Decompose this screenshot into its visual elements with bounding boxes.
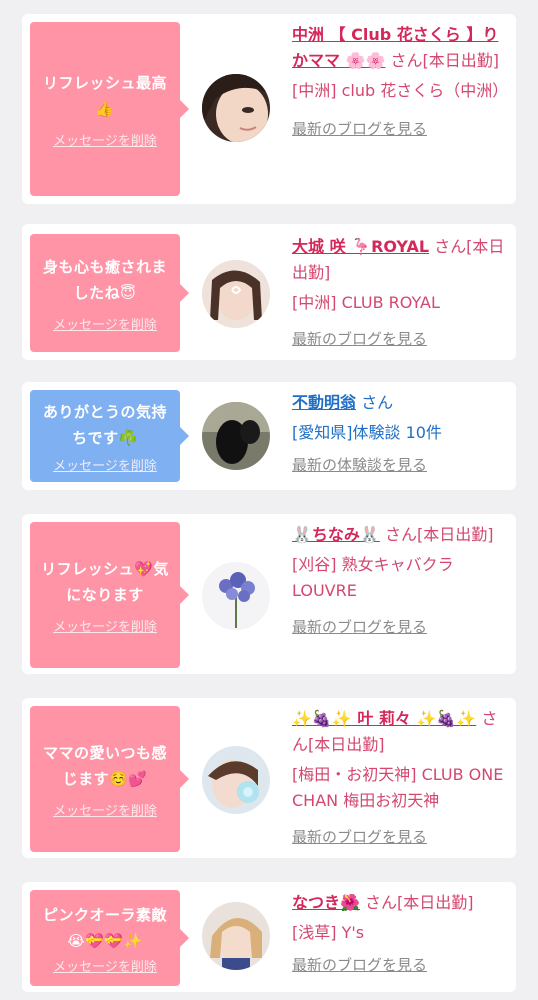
avatar[interactable] — [202, 402, 270, 470]
message-text: リフレッシュ💖気になります — [41, 559, 169, 604]
latest-blog-link[interactable]: 最新のブログを見る — [292, 116, 510, 142]
store-info: [中洲] club 花さくら（中洲） — [292, 81, 509, 100]
latest-blog-link[interactable]: 最新のブログを見る — [292, 614, 510, 640]
store-info: [梅田・お初天神] CLUB ONE CHAN 梅田お初天神 — [292, 765, 504, 810]
cast-info: 中洲 【 Club 花さくら 】りかママ 🌸🌸 さん[本日出勤] — [292, 22, 510, 74]
message-card: 身も心も癒されましたね😇 メッセージを削除 大城 咲 🦩ROYAL さん[本日出… — [22, 224, 516, 360]
message-card: ありがとうの気持ちです☘️ メッセージを削除 不動明翁 さん [愛知県]体験談 … — [22, 382, 516, 490]
message-text: 身も心も癒されましたね😇 — [42, 257, 167, 302]
message-bubble: ありがとうの気持ちです☘️ メッセージを削除 — [30, 390, 189, 482]
san-status: さん — [361, 393, 394, 412]
cast-info: 大城 咲 🦩ROYAL さん[本日出勤] — [292, 234, 510, 286]
cast-info: なつき🌺 さん[本日出勤] — [292, 890, 510, 916]
san-status: さん[本日出勤] — [365, 893, 474, 912]
cast-name-link[interactable]: なつき🌺 — [292, 893, 360, 912]
message-bubble: リフレッシュ💖気になります メッセージを削除 — [30, 522, 189, 668]
store-info: [中洲] CLUB ROYAL — [292, 293, 440, 312]
message-card: リフレッシュ最高👍 メッセージを削除 中洲 【 Club 花さくら 】りかママ … — [22, 14, 516, 204]
store-info: [愛知県]体験談 10件 — [292, 423, 442, 442]
cast-name-link[interactable]: 🐰ちなみ🐰 — [292, 525, 380, 544]
avatar[interactable] — [202, 260, 270, 328]
message-bubble: ピンクオーラ素敵😭💝💝✨ メッセージを削除 — [30, 890, 189, 986]
store-info: [刈谷] 熟女キャバクラ LOUVRE — [292, 555, 454, 600]
message-bubble: ママの愛いつも感じます☺️💕 メッセージを削除 — [30, 706, 189, 852]
message-text: リフレッシュ最高👍 — [42, 73, 167, 118]
cast-name-link[interactable]: 大城 咲 🦩ROYAL — [292, 237, 429, 256]
delete-message-link[interactable]: メッセージを削除 — [53, 800, 157, 819]
message-bubble: 身も心も癒されましたね😇 メッセージを削除 — [30, 234, 189, 352]
san-status: さん[本日出勤] — [390, 51, 500, 70]
message-card: ピンクオーラ素敵😭💝💝✨ メッセージを削除 なつき🌺 さん[本日出勤] [浅草]… — [22, 882, 516, 992]
avatar[interactable] — [202, 74, 270, 142]
message-text: ママの愛いつも感じます☺️💕 — [42, 743, 167, 788]
latest-blog-link[interactable]: 最新のブログを見る — [292, 824, 510, 850]
avatar[interactable] — [202, 562, 270, 630]
message-list: リフレッシュ最高👍 メッセージを削除 中洲 【 Club 花さくら 】りかママ … — [0, 0, 538, 1000]
message-bubble: リフレッシュ最高👍 メッセージを削除 — [30, 22, 189, 196]
delete-message-link[interactable]: メッセージを削除 — [53, 130, 157, 149]
cast-name-link[interactable]: ✨🍇✨ 叶 莉々 ✨🍇✨ — [292, 709, 476, 728]
cast-info: 🐰ちなみ🐰 さん[本日出勤] — [292, 522, 510, 548]
delete-message-link[interactable]: メッセージを削除 — [53, 314, 157, 333]
delete-message-link[interactable]: メッセージを削除 — [53, 956, 157, 975]
avatar[interactable] — [202, 746, 270, 814]
cast-info: ✨🍇✨ 叶 莉々 ✨🍇✨ さん[本日出勤] — [292, 706, 510, 758]
latest-blog-link[interactable]: 最新のブログを見る — [292, 326, 510, 352]
latest-review-link[interactable]: 最新の体験談を見る — [292, 452, 510, 478]
message-text: ありがとうの気持ちです☘️ — [42, 402, 167, 447]
message-card: リフレッシュ💖気になります メッセージを削除 🐰ちなみ🐰 さん[本日出勤] [刈… — [22, 514, 516, 674]
store-info: [浅草] Y's — [292, 923, 365, 942]
message-text: ピンクオーラ素敵😭💝💝✨ — [42, 905, 167, 950]
delete-message-link[interactable]: メッセージを削除 — [53, 616, 157, 635]
avatar[interactable] — [202, 902, 270, 970]
message-card: ママの愛いつも感じます☺️💕 メッセージを削除 ✨🍇✨ 叶 莉々 ✨🍇✨ さん[… — [22, 698, 516, 858]
cast-info: 不動明翁 さん — [292, 390, 510, 416]
latest-blog-link[interactable]: 最新のブログを見る — [292, 952, 510, 978]
delete-message-link[interactable]: メッセージを削除 — [53, 455, 157, 474]
cast-name-link[interactable]: 不動明翁 — [292, 393, 356, 412]
san-status: さん[本日出勤] — [384, 525, 494, 544]
